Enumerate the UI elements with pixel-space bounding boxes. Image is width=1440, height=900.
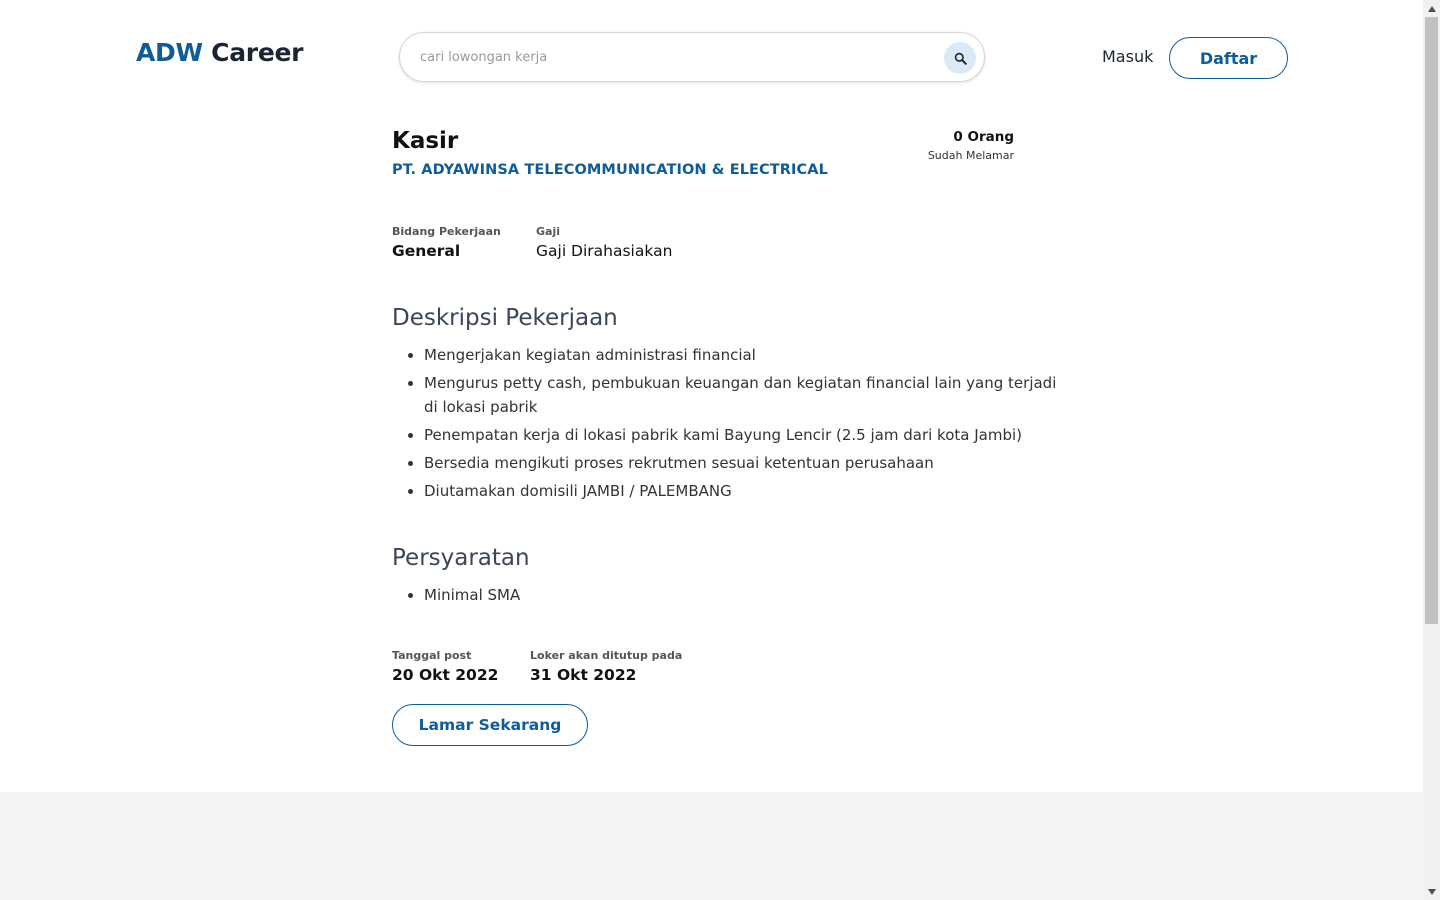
vertical-scrollbar[interactable] [1423, 0, 1440, 900]
content-area: ADW Career Masuk Daftar Kasir PT. ADYAWI… [0, 0, 1423, 900]
logo-suffix: Career [202, 38, 304, 67]
closing-date-value: 31 Okt 2022 [530, 666, 637, 684]
requirements-heading: Persyaratan [392, 545, 530, 571]
search-button[interactable] [944, 42, 976, 74]
company-name[interactable]: PT. ADYAWINSA TELECOMMUNICATION & ELECTR… [392, 162, 828, 178]
list-item: Bersedia mengikuti proses rekrutmen sesu… [424, 451, 1064, 475]
job-field-label: Bidang Pekerjaan [392, 225, 501, 238]
job-field-value: General [392, 242, 461, 260]
salary-value: Gaji Dirahasiakan [536, 242, 673, 260]
salary-label: Gaji [536, 225, 560, 238]
list-item: Mengurus petty cash, pembukuan keuangan … [424, 371, 1064, 419]
triangle-up-icon [1427, 5, 1436, 12]
logo[interactable]: ADW Career [136, 38, 303, 67]
page: ADW Career Masuk Daftar Kasir PT. ADYAWI… [0, 0, 1440, 900]
magnifier-icon [954, 52, 967, 65]
scroll-up-arrow[interactable] [1423, 0, 1440, 17]
list-item: Minimal SMA [424, 583, 1064, 607]
posted-date-label: Tanggal post [392, 649, 472, 662]
job-field: Bidang Pekerjaan General [392, 225, 501, 260]
list-item: Diutamakan domisili JAMBI / PALEMBANG [424, 479, 1064, 503]
applicants-info: 0 Orang Sudah Melamar [928, 129, 1014, 162]
description-list: Mengerjakan kegiatan administrasi financ… [392, 343, 1064, 507]
list-item: Penempatan kerja di lokasi pabrik kami B… [424, 423, 1064, 447]
posted-date-value: 20 Okt 2022 [392, 666, 499, 684]
description-heading: Deskripsi Pekerjaan [392, 305, 618, 331]
closing-date-label: Loker akan ditutup pada [530, 649, 683, 662]
scrollbar-thumb[interactable] [1425, 17, 1438, 624]
login-link[interactable]: Masuk [1102, 47, 1153, 66]
list-item: Mengerjakan kegiatan administrasi financ… [424, 343, 1064, 367]
search-input[interactable] [420, 33, 920, 81]
footer [0, 792, 1423, 900]
logo-brand: ADW [136, 38, 203, 67]
applicants-label: Sudah Melamar [927, 149, 1014, 162]
requirements-list: Minimal SMA [392, 583, 1064, 611]
applicants-count: 0 Orang [953, 129, 1014, 145]
register-button[interactable]: Daftar [1169, 37, 1288, 79]
job-title: Kasir [392, 128, 459, 154]
closing-date: Loker akan ditutup pada 31 Okt 2022 [530, 649, 682, 684]
scroll-down-arrow[interactable] [1423, 883, 1440, 900]
salary: Gaji Gaji Dirahasiakan [536, 225, 672, 260]
triangle-down-icon [1427, 888, 1436, 895]
posted-date: Tanggal post 20 Okt 2022 [392, 649, 498, 684]
apply-now-button[interactable]: Lamar Sekarang [392, 704, 588, 746]
search-bar [399, 32, 985, 82]
